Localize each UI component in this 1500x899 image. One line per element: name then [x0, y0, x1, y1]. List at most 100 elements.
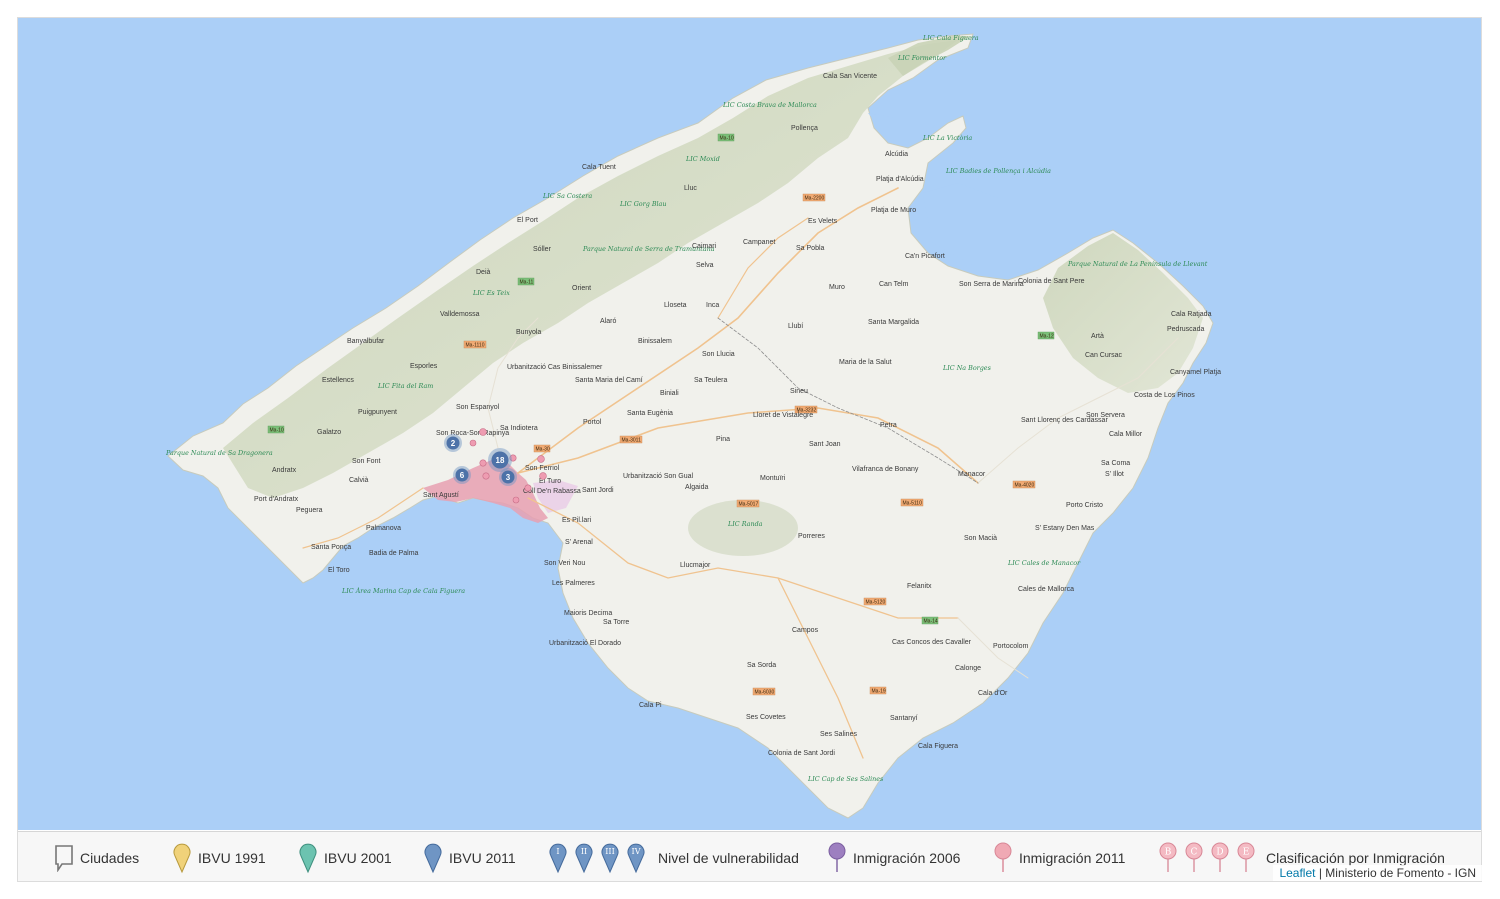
place-les-palmeres: Les Palmeres — [552, 580, 595, 587]
svg-text:Ma-1110: Ma-1110 — [466, 343, 485, 349]
road-label-ma2200: Ma-2200 — [802, 193, 826, 202]
svg-text:Ma-5017: Ma-5017 — [739, 502, 759, 508]
speech-bubble-icon — [55, 845, 73, 872]
road-label-ma30: Ma-30 — [533, 444, 551, 453]
place-ses-salines: Ses Salines — [820, 731, 857, 738]
place-sant-jordi: Sant Jordi — [582, 487, 614, 494]
place-son-llucia: Son Llucia — [702, 351, 735, 358]
place-son-macia: Son Macià — [964, 535, 997, 542]
place-portol: Portol — [583, 419, 602, 426]
legend-label-clasificacion: Clasificación por Inmigración — [1266, 850, 1445, 866]
round-pin-icon — [828, 842, 846, 872]
lic-sa-costera: LIC Sa Costera — [542, 192, 592, 200]
place-peguera: Peguera — [296, 507, 323, 514]
place-santa-eugenia: Santa Eugènia — [627, 410, 673, 417]
place-llubi: Llubí — [788, 323, 803, 330]
place-lluc: Lluc — [684, 185, 697, 192]
place-maria-de-la-salut: Maria de la Salut — [839, 359, 892, 366]
svg-text:2: 2 — [451, 439, 456, 448]
place-montuiri: Montuïri — [760, 475, 786, 482]
lic-es-teix: LIC Es Teix — [472, 289, 510, 297]
place-son-roca: Son Roca-Son Rapinya — [436, 430, 509, 437]
legend-item-ibvu1991[interactable]: IBVU 1991 — [172, 842, 266, 874]
place-cala-figuera: Cala Figuera — [918, 743, 958, 750]
legend-item-nivel[interactable]: I II III IV Nivel de vulnerabilidad — [548, 842, 799, 874]
cluster-marker-3[interactable]: 3 — [499, 468, 517, 486]
svg-text:I: I — [556, 847, 559, 856]
legend-item-ibvu2011[interactable]: IBVU 2011 — [423, 842, 516, 874]
place-cala-san-vicente: Cala San Vicente — [823, 73, 877, 80]
place-sa-sorda: Sa Sorda — [747, 662, 776, 669]
place-el-toro: El Toro — [328, 567, 350, 574]
svg-text:Ma-19: Ma-19 — [872, 689, 886, 695]
place-sa-torre: Sa Torre — [603, 619, 629, 626]
place-es-pil-lari: Es Pil.lari — [562, 517, 592, 524]
lic-cap-ses-salines: LIC Cap de Ses Salines — [807, 775, 884, 783]
svg-text:18: 18 — [496, 456, 505, 465]
road-label-ma5120: Ma-5120 — [863, 597, 887, 606]
legend-item-inmig2011[interactable]: Inmigración 2011 — [993, 842, 1125, 874]
legend-item-ciudades[interactable]: Ciudades — [54, 842, 139, 874]
place-portocolom: Portocolom — [993, 643, 1029, 650]
place-sineu: Sineu — [790, 388, 808, 395]
place-cala-tuent: Cala Tuent — [582, 164, 616, 171]
map-svg[interactable]: LIC Cala Figuera LIC Formentor LIC Costa… — [18, 18, 1481, 830]
lic-area-marina: LIC Àrea Marina Cap de Cala Figuera — [341, 586, 465, 595]
place-santa-maria: Santa Maria del Camí — [575, 377, 643, 384]
place-santa-margalida: Santa Margalida — [868, 319, 919, 326]
place-colonia-sant-jordi: Colonia de Sant Jordi — [768, 750, 835, 757]
place-son-servera: Son Servera — [1086, 412, 1125, 419]
round-pin-icon — [994, 842, 1012, 872]
lic-fita-del-ram: LIC Fita del Ram — [377, 382, 433, 390]
svg-text:Ma-14: Ma-14 — [924, 619, 938, 625]
place-sa-coma: Sa Coma — [1101, 460, 1130, 467]
leaflet-link[interactable]: Leaflet — [1279, 866, 1315, 880]
lic-gorg-blau: LIC Gorg Blau — [619, 200, 667, 208]
place-cales-de-mallorca: Cales de Mallorca — [1018, 586, 1074, 593]
legend-item-inmig2006[interactable]: Inmigración 2006 — [827, 842, 960, 874]
place-cala-dor: Cala d'Or — [978, 690, 1008, 697]
svg-text:B: B — [1165, 848, 1172, 858]
svg-text:Ma-10: Ma-10 — [720, 136, 734, 142]
svg-text:Ma-5120: Ma-5120 — [866, 600, 886, 606]
map-canvas[interactable]: LIC Cala Figuera LIC Formentor LIC Costa… — [18, 18, 1481, 830]
place-lloseta: Lloseta — [664, 302, 687, 309]
place-santa-ponca: Santa Ponça — [311, 544, 351, 551]
parque-dragonera: Parque Natural de Sa Dragonera — [165, 449, 273, 457]
lic-randa: LIC Randa — [727, 520, 763, 528]
svg-text:E: E — [1243, 848, 1250, 858]
road-label-ma3011: Ma-3011 — [619, 435, 643, 444]
place-platja-de-muro: Platja de Muro — [871, 207, 916, 214]
svg-text:Ma-11: Ma-11 — [520, 280, 534, 286]
place-alaro: Alaró — [600, 318, 616, 325]
svg-text:III: III — [605, 847, 614, 856]
roman-pin-icon: I II III IV — [549, 843, 645, 874]
place-costa-dels-pins: Costa de Los Pinos — [1134, 392, 1195, 399]
legend-label-inmig2006: Inmigración 2006 — [853, 850, 961, 866]
lic-na-borges: LIC Na Borges — [942, 364, 992, 372]
svg-text:6: 6 — [460, 471, 465, 480]
cluster-marker-6[interactable]: 6 — [453, 466, 471, 484]
legend-label-ibvu1991: IBVU 1991 — [198, 850, 266, 866]
place-urbanitzacio-son-gual: Urbanització Son Gual — [623, 473, 693, 480]
place-muro: Muro — [829, 284, 845, 291]
place-algaida: Algaida — [685, 484, 708, 491]
place-sant-joan: Sant Joan — [809, 441, 841, 448]
cluster-marker-2[interactable]: 2 — [444, 434, 462, 452]
place-biniali: Biniali — [660, 390, 679, 397]
place-cas-concos: Cas Concos des Cavaller — [892, 639, 972, 646]
place-sestany: S' Estany Den Mas — [1035, 525, 1095, 532]
place-caimari: Caimari — [692, 243, 717, 250]
place-badia-de-palma: Badia de Palma — [369, 550, 419, 557]
road-label-ma14: Ma-14 — [921, 616, 939, 625]
place-cala-ratjada: Cala Ratjada — [1171, 311, 1212, 318]
lic-badies: LIC Badies de Pollença i Alcúdia — [945, 167, 1051, 175]
place-platja-alcudia: Platja d'Alcúdia — [876, 176, 924, 183]
place-alcudia: Alcúdia — [885, 151, 908, 158]
place-can-telm: Can Telm — [879, 281, 909, 288]
place-llucmajor: Llucmajor — [680, 562, 711, 569]
legend-item-ibvu2001[interactable]: IBVU 2001 — [298, 842, 392, 874]
legend-label-inmig2011: Inmigración 2011 — [1019, 850, 1126, 866]
place-puigpunyent: Puigpunyent — [358, 409, 397, 416]
road-label-ma19: Ma-19 — [869, 686, 887, 695]
